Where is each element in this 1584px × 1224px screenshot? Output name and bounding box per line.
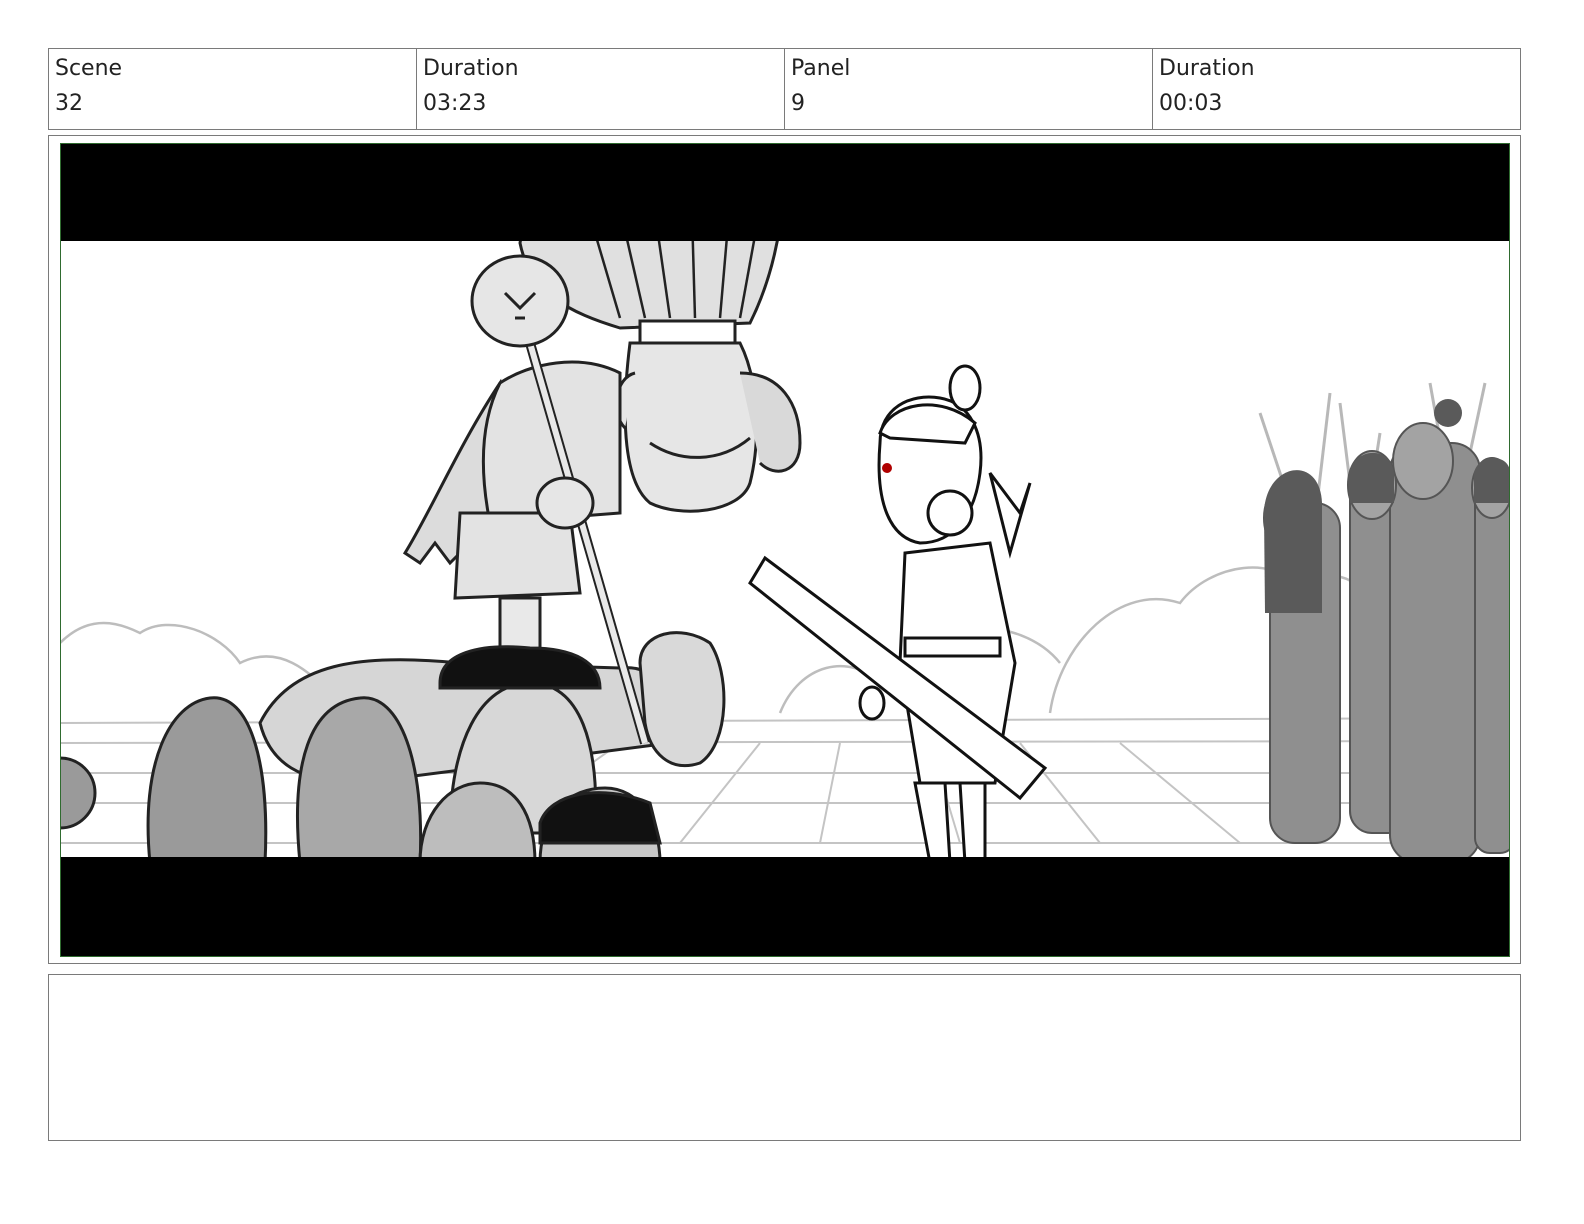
panel-label: Panel bbox=[791, 56, 851, 81]
letterbox-top bbox=[60, 143, 1510, 241]
storyboard-panel bbox=[48, 135, 1521, 964]
storyboard-header: Scene 32 Duration 03:23 Panel 9 Duration… bbox=[48, 48, 1521, 130]
scene-duration-label: Duration bbox=[423, 56, 519, 81]
scene-duration-cell: Duration 03:23 bbox=[417, 49, 785, 129]
panel-value: 9 bbox=[791, 91, 805, 116]
panel-duration-cell: Duration 00:03 bbox=[1153, 49, 1520, 129]
panel-duration-value: 00:03 bbox=[1159, 91, 1223, 116]
scene-duration-value: 03:23 bbox=[423, 91, 487, 116]
scene-value: 32 bbox=[55, 91, 83, 116]
scene-label: Scene bbox=[55, 56, 123, 81]
panel-sketch-image bbox=[60, 143, 1510, 957]
panel-notes-box bbox=[48, 974, 1521, 1141]
panel-cell: Panel 9 bbox=[785, 49, 1153, 129]
scene-cell: Scene 32 bbox=[49, 49, 417, 129]
letterbox-bottom bbox=[60, 857, 1510, 957]
panel-duration-label: Duration bbox=[1159, 56, 1255, 81]
